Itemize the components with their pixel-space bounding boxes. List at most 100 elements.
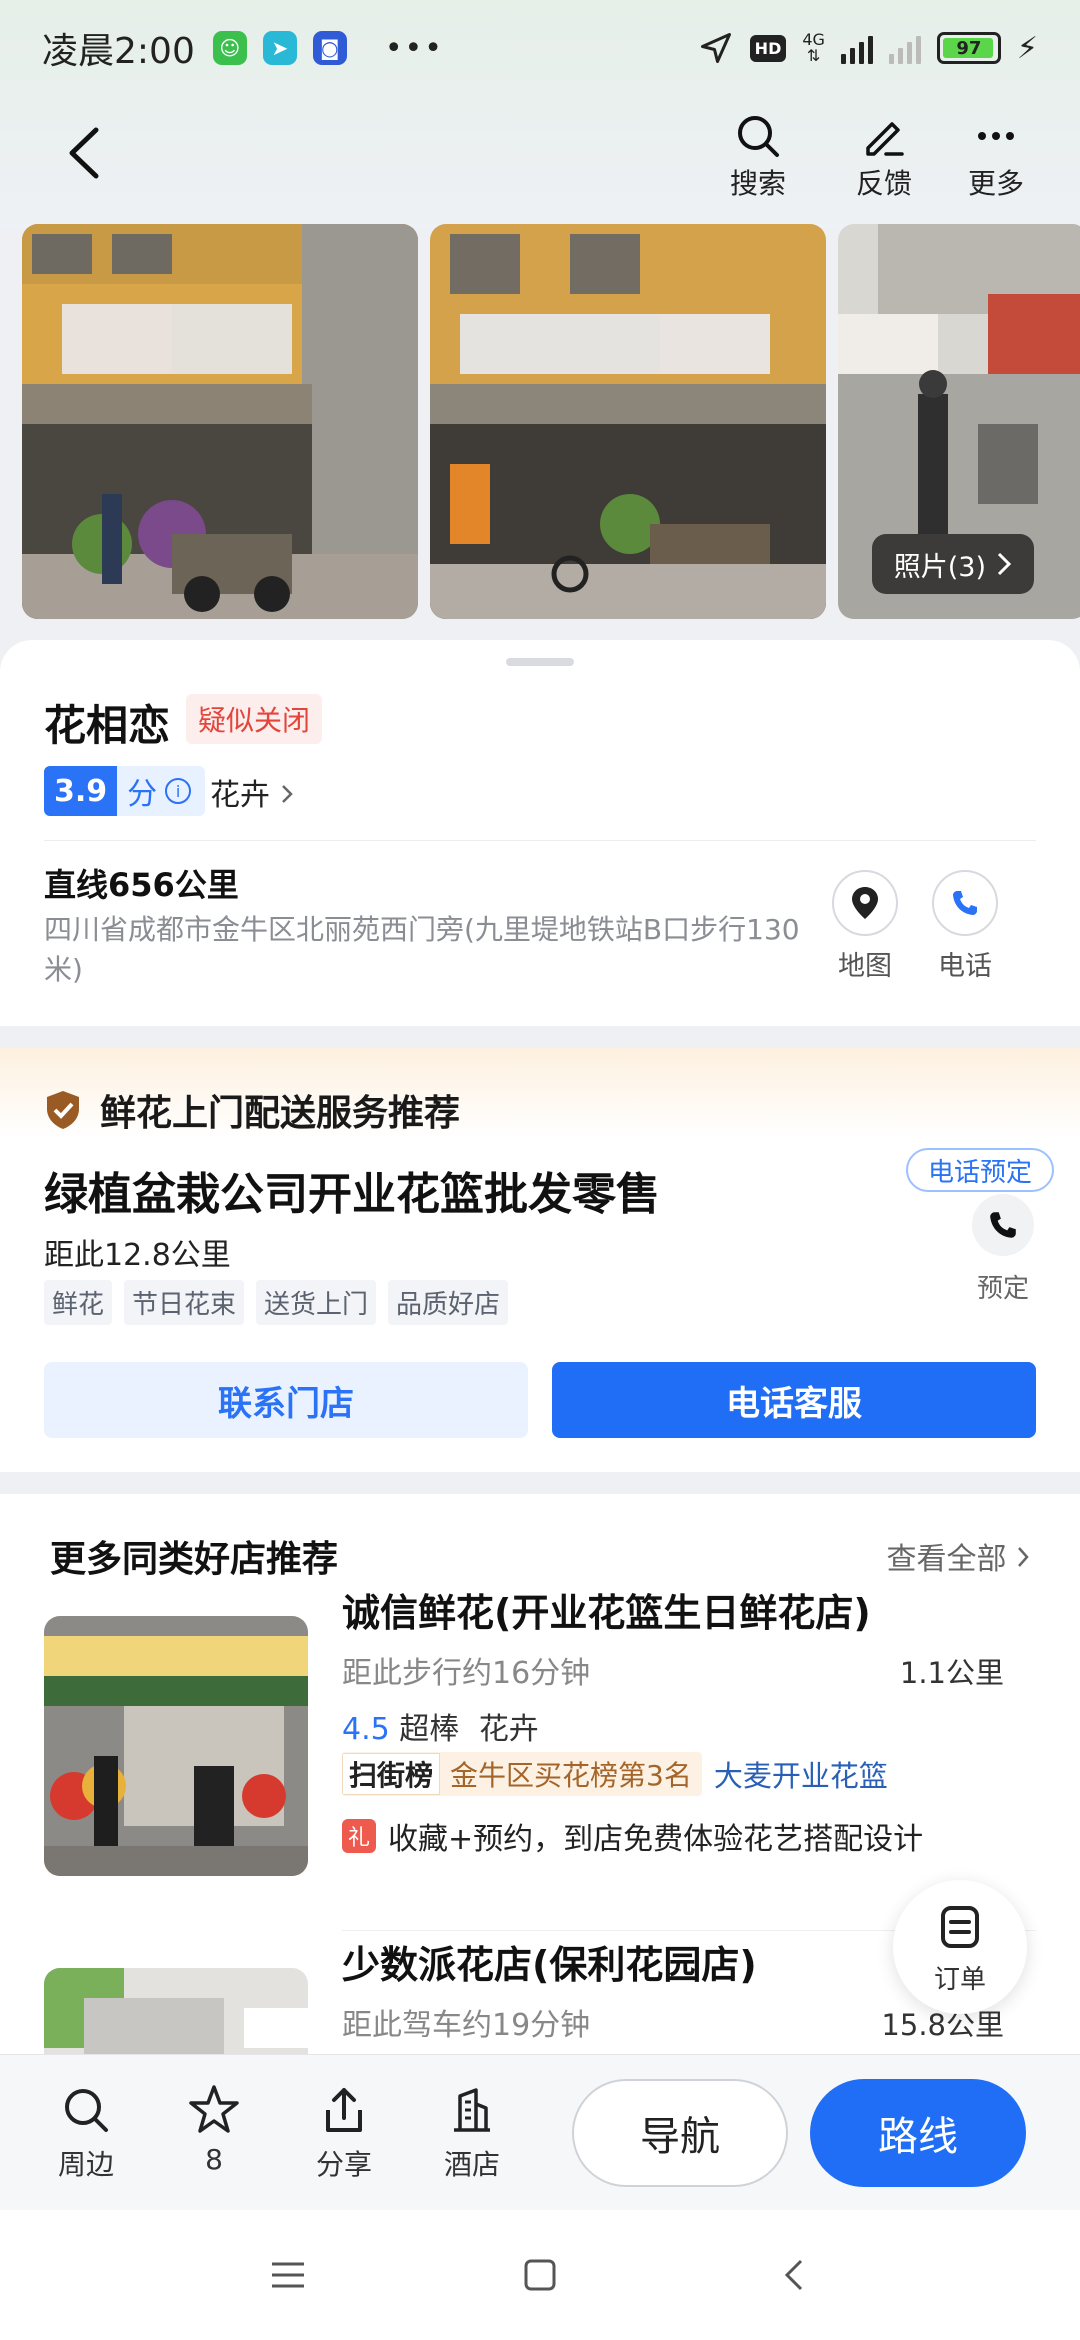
map-button[interactable]: 地图 bbox=[820, 870, 910, 983]
location-pin-icon bbox=[852, 887, 878, 919]
photo-count-button[interactable]: 照片(3) bbox=[871, 534, 1034, 594]
more-icon bbox=[978, 132, 1014, 140]
store-photo-1[interactable] bbox=[22, 224, 418, 619]
search-icon bbox=[65, 2089, 108, 2132]
rating-unit: 分 bbox=[127, 777, 158, 812]
drag-handle[interactable] bbox=[506, 658, 574, 666]
system-back-button[interactable] bbox=[764, 2250, 824, 2300]
share-icon bbox=[326, 2088, 362, 2132]
menu-icon bbox=[272, 2262, 304, 2288]
favorite-button[interactable]: 8 bbox=[164, 2081, 264, 2176]
shop-score-label: 超棒 bbox=[399, 1712, 460, 1747]
rating-badge[interactable]: 3.9 分 i bbox=[44, 766, 206, 816]
shop-name[interactable]: 少数派花店(保利花园店) bbox=[342, 1934, 757, 1989]
menu-button[interactable] bbox=[258, 2250, 318, 2300]
back-arrow-icon bbox=[69, 127, 99, 179]
bottom-action-bar: 周边 8 分享 酒店 导航 路线 bbox=[0, 2054, 1080, 2210]
orders-label: 订单 bbox=[933, 1965, 986, 1995]
chevron-right-icon bbox=[1018, 1547, 1029, 1567]
place-title: 花相恋 bbox=[44, 701, 171, 750]
hotel-label: 酒店 bbox=[443, 2148, 500, 2181]
gift-icon: 礼 bbox=[342, 1819, 376, 1853]
chevron-right-icon bbox=[281, 785, 293, 803]
reserve-button[interactable]: 预定 bbox=[960, 1194, 1046, 1305]
view-all-label: 查看全部 bbox=[886, 1542, 1007, 1577]
view-all-link[interactable]: 查看全部 bbox=[886, 1534, 1030, 1578]
chevron-right-icon bbox=[997, 552, 1012, 576]
order-list-icon bbox=[941, 1906, 979, 1948]
promo-title[interactable]: 绿植盆栽公司开业花篮批发零售 bbox=[44, 1158, 660, 1222]
tag: 鲜花 bbox=[44, 1280, 113, 1325]
battery-icon: 97 bbox=[936, 32, 1001, 64]
share-button[interactable]: 分享 bbox=[294, 2081, 394, 2183]
system-nav-bar bbox=[0, 2210, 1080, 2340]
shop-category: 花卉 bbox=[478, 1712, 539, 1747]
status-time: 凌晨2:00 bbox=[42, 31, 195, 72]
photo-count-label: 照片(3) bbox=[893, 551, 986, 583]
status-badge: 疑似关闭 bbox=[186, 694, 323, 744]
orders-button[interactable]: 订单 bbox=[893, 1880, 1027, 2014]
shop-distance: 1.1公里 bbox=[899, 1656, 1004, 1690]
app-notification-icon: ☺ bbox=[212, 31, 247, 65]
search-label: 搜索 bbox=[729, 167, 786, 200]
call-service-button[interactable]: 电话客服 bbox=[552, 1362, 1036, 1438]
contact-store-button[interactable]: 联系门店 bbox=[44, 1362, 528, 1438]
more-button[interactable]: 更多 bbox=[948, 110, 1044, 202]
send-notification-icon: ➤ bbox=[262, 31, 297, 65]
store-photo-2[interactable] bbox=[430, 224, 826, 619]
bot-notification-icon: ◙ bbox=[312, 31, 347, 65]
rank-value: 金牛区买花榜第3名 bbox=[450, 1759, 692, 1792]
hotel-button[interactable]: 酒店 bbox=[422, 2081, 522, 2183]
star-icon bbox=[189, 2085, 239, 2133]
charging-icon: ⚡ bbox=[1016, 30, 1038, 66]
phone-button[interactable]: 电话 bbox=[920, 870, 1010, 983]
search-button[interactable]: 搜索 bbox=[710, 110, 806, 202]
phone-label: 电话 bbox=[938, 951, 992, 982]
home-button[interactable] bbox=[510, 2250, 570, 2300]
nearby-button[interactable]: 周边 bbox=[36, 2081, 136, 2183]
phone-icon bbox=[990, 1212, 1016, 1238]
tag: 节日花束 bbox=[124, 1280, 245, 1325]
navigate-button[interactable]: 导航 bbox=[572, 2079, 788, 2187]
rank-key: 扫街榜 bbox=[342, 1753, 441, 1795]
shop-travel-time: 距此步行约16分钟 bbox=[342, 1656, 591, 1691]
rank-row[interactable]: 扫街榜 金牛区买花榜第3名 大麦开业花篮 bbox=[342, 1752, 888, 1796]
rating-score: 3.9 bbox=[44, 766, 118, 816]
promo-distance: 距此12.8公里 bbox=[44, 1238, 231, 1273]
route-button[interactable]: 路线 bbox=[810, 2079, 1026, 2187]
gift-text: 收藏+预约，到店免费体验花艺搭配设计 bbox=[388, 1822, 924, 1857]
tag: 品质好店 bbox=[388, 1280, 509, 1325]
hd-icon: HD bbox=[749, 34, 787, 62]
feedback-label: 反馈 bbox=[855, 167, 912, 200]
favorite-count: 8 bbox=[205, 2143, 223, 2176]
promo-card: 鲜花上门配送服务推荐 绿植盆栽公司开业花篮批发零售 距此12.8公里 鲜花 节日… bbox=[0, 1048, 1080, 1472]
network-type: 4G ⇅ bbox=[802, 30, 825, 65]
feedback-button[interactable]: 反馈 bbox=[836, 110, 932, 202]
shield-check-icon bbox=[47, 1091, 79, 1129]
status-bar: 凌晨2:00 ☺ ➤ ◙ ••• HD 4G ⇅ 97 ⚡ bbox=[0, 0, 1080, 96]
shop-thumbnail[interactable] bbox=[44, 1616, 308, 1876]
shop-score: 4.5 bbox=[342, 1712, 390, 1747]
signal-2-icon bbox=[888, 32, 921, 64]
shop-travel-time: 距此驾车约19分钟 bbox=[342, 2008, 591, 2043]
divider bbox=[44, 840, 1036, 841]
home-square-icon bbox=[524, 2259, 556, 2291]
category-link[interactable]: 花卉 bbox=[210, 770, 294, 814]
more-notifications-icon: ••• bbox=[384, 30, 444, 66]
shop-name[interactable]: 诚信鲜花(开业花篮生日鲜花店) bbox=[342, 1582, 871, 1637]
tag: 送货上门 bbox=[256, 1280, 377, 1325]
promo-tags: 鲜花 节日花束 送货上门 品质好店 bbox=[44, 1280, 509, 1325]
promo-header-label: 鲜花上门配送服务推荐 bbox=[100, 1093, 461, 1134]
phone-reserve-badge: 电话预定 bbox=[906, 1148, 1055, 1192]
rank-link[interactable]: 大麦开业花篮 bbox=[714, 1753, 888, 1795]
place-info-card: 花相恋 疑似关闭 3.9 分 i 花卉 直线656公里 四川省成都市金牛区北丽苑… bbox=[0, 640, 1080, 1026]
nearby-label: 周边 bbox=[57, 2148, 114, 2181]
search-icon bbox=[738, 116, 779, 157]
back-button[interactable] bbox=[52, 118, 122, 188]
back-triangle-icon bbox=[784, 2259, 803, 2291]
shop-rating: 4.5 超棒 花卉 bbox=[342, 1704, 539, 1748]
distance-text: 直线656公里 bbox=[44, 866, 239, 904]
rank-badge: 扫街榜 金牛区买花榜第3名 bbox=[342, 1752, 702, 1796]
shop-thumbnail[interactable] bbox=[44, 1968, 308, 2054]
share-label: 分享 bbox=[315, 2148, 372, 2181]
